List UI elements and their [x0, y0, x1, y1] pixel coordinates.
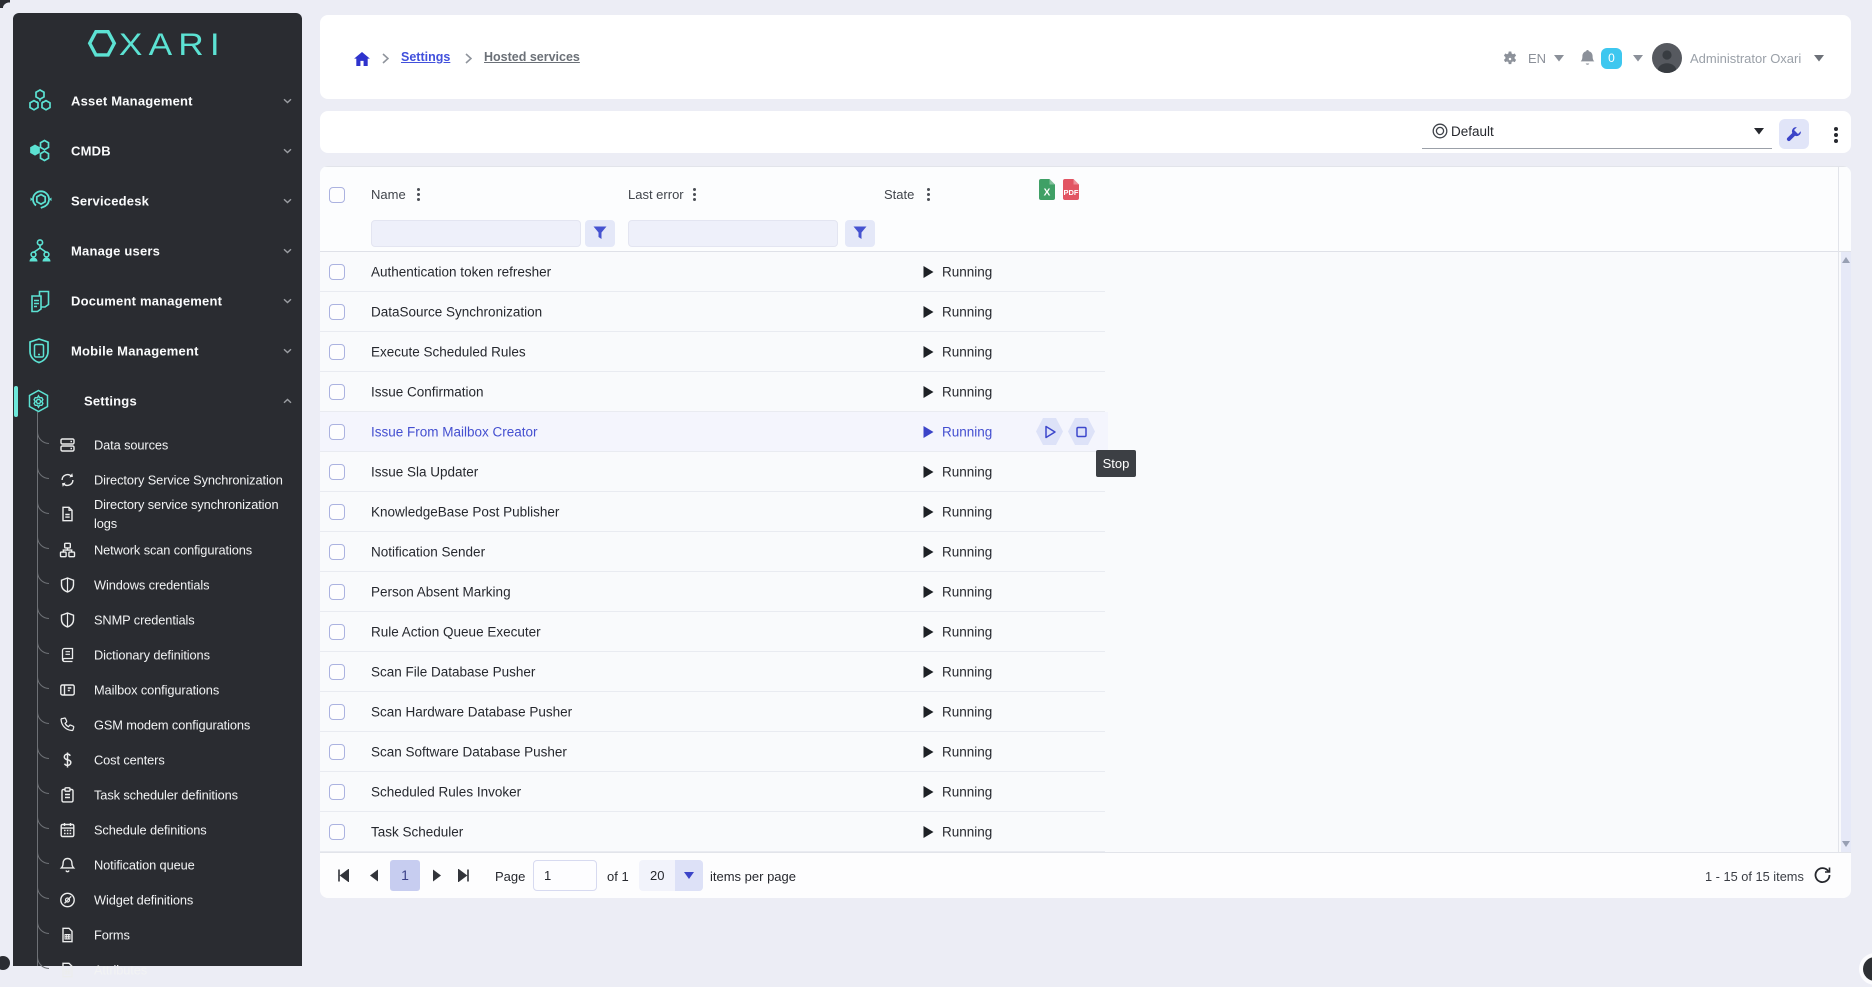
svg-text:XARI: XARI	[119, 29, 226, 61]
svg-text:X: X	[1044, 188, 1051, 199]
svg-text:PDF: PDF	[1064, 188, 1079, 197]
